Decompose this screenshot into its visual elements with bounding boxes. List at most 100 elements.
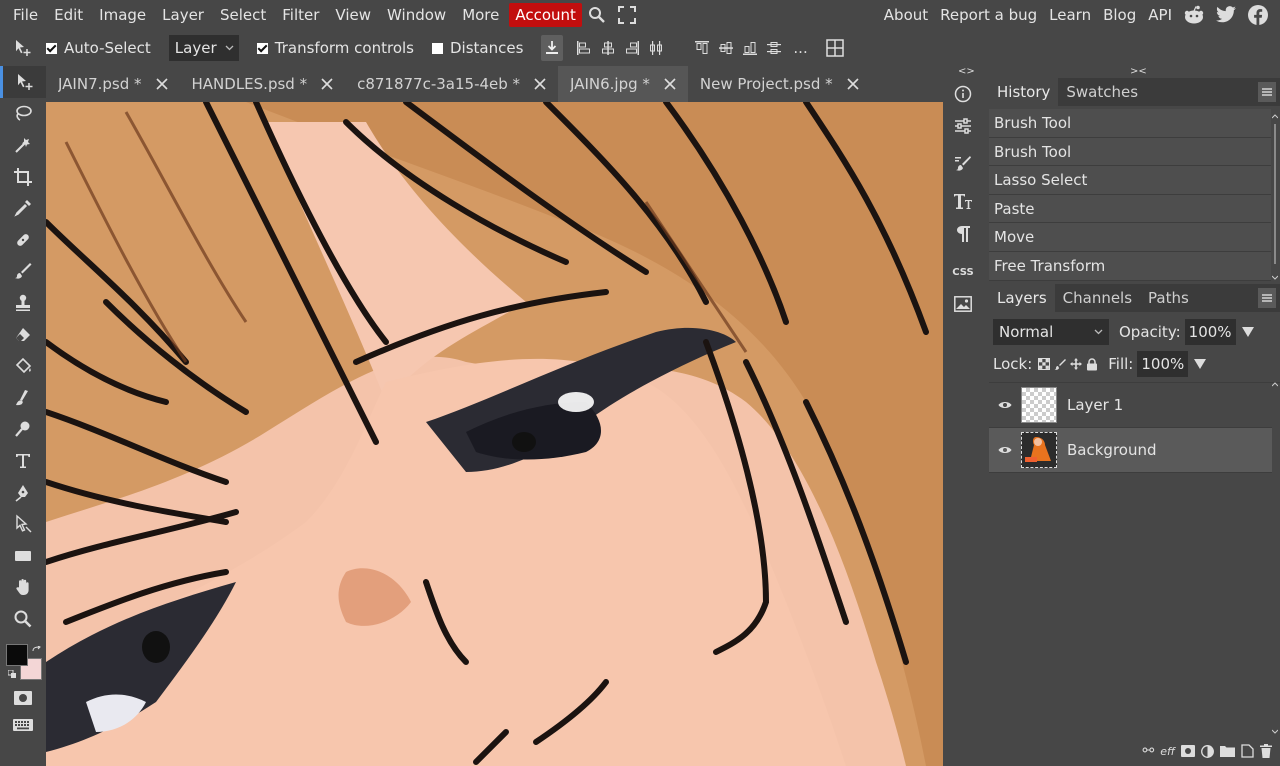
image-icon[interactable] (943, 288, 983, 320)
rectangle-tool-icon[interactable] (0, 540, 46, 572)
tab-channels[interactable]: Channels (1055, 284, 1140, 312)
paragraph-icon[interactable] (943, 218, 983, 250)
distribute-h-icon[interactable] (645, 35, 667, 61)
menu-report-bug[interactable]: Report a bug (934, 3, 1043, 27)
tab-new-project[interactable]: New Project.psd * (688, 66, 871, 102)
align-center-h-icon[interactable] (597, 35, 619, 61)
lasso-tool-icon[interactable] (0, 98, 46, 130)
menu-learn[interactable]: Learn (1043, 3, 1097, 27)
tab-layers[interactable]: Layers (989, 284, 1055, 312)
default-colors-icon[interactable] (8, 670, 17, 679)
zoom-tool-icon[interactable] (0, 603, 46, 635)
auto-select-checkbox[interactable]: Auto-Select (46, 39, 151, 57)
history-scrollbar[interactable] (1271, 114, 1279, 280)
menu-view[interactable]: View (327, 3, 379, 27)
distribute-v-icon[interactable] (763, 35, 785, 61)
panel-menu-icon[interactable] (1258, 82, 1276, 102)
healing-brush-tool-icon[interactable] (0, 224, 46, 256)
close-icon[interactable] (534, 78, 546, 90)
menu-about[interactable]: About (878, 3, 934, 27)
menu-file[interactable]: File (0, 3, 46, 27)
tab-jain7[interactable]: JAIN7.psd * (46, 66, 180, 102)
align-top-icon[interactable] (691, 35, 713, 61)
layer-row-layer-1[interactable]: Layer 1 (989, 383, 1272, 428)
adjustment-layer-icon[interactable] (1201, 744, 1214, 758)
account-button[interactable]: Account (509, 3, 582, 27)
collapse-right-toggle[interactable]: >< (1130, 66, 1147, 77)
history-item[interactable]: Lasso Select (989, 166, 1271, 195)
pen-tool-icon[interactable] (0, 477, 46, 509)
search-icon[interactable] (582, 3, 612, 27)
collapse-left-toggle[interactable]: <> (958, 66, 975, 77)
menu-edit[interactable]: Edit (46, 3, 91, 27)
move-tool-button[interactable] (0, 66, 46, 98)
fill-input[interactable]: 100% (1137, 351, 1189, 377)
add-mask-icon[interactable] (1181, 745, 1195, 757)
lock-all-icon[interactable] (1086, 357, 1098, 371)
panel-menu-icon[interactable] (1258, 288, 1276, 308)
quick-mask-icon[interactable] (0, 684, 46, 712)
fullscreen-icon[interactable] (612, 3, 642, 27)
distances-box[interactable] (432, 42, 443, 54)
brush-settings-icon[interactable] (943, 148, 983, 180)
tab-history[interactable]: History (989, 78, 1059, 106)
fill-dropdown-icon[interactable] (1194, 359, 1207, 369)
visibility-eye-icon[interactable] (989, 445, 1021, 455)
new-group-icon[interactable] (1220, 745, 1235, 757)
hand-tool-icon[interactable] (0, 572, 46, 604)
paint-bucket-tool-icon[interactable] (0, 350, 46, 382)
quick-select-tool-icon[interactable] (0, 129, 46, 161)
history-item[interactable]: Brush Tool (989, 109, 1271, 138)
foreground-color-swatch[interactable] (6, 644, 28, 666)
visibility-eye-icon[interactable] (989, 400, 1021, 410)
align-left-icon[interactable] (573, 35, 595, 61)
info-icon[interactable] (943, 78, 983, 110)
facebook-icon[interactable] (1242, 3, 1274, 27)
css-icon[interactable]: CSS (943, 256, 983, 288)
color-swatches[interactable] (6, 644, 46, 684)
close-icon[interactable] (155, 78, 168, 90)
history-item[interactable]: Move (989, 223, 1271, 252)
history-item[interactable]: Brush Tool (989, 137, 1271, 167)
close-icon[interactable] (321, 78, 333, 90)
blend-mode-dropdown[interactable]: Normal (993, 319, 1109, 345)
transform-controls-box[interactable] (256, 42, 268, 54)
layer-row-background[interactable]: Background (989, 428, 1272, 473)
menu-filter[interactable]: Filter (274, 3, 327, 27)
history-item[interactable]: Free Transform (989, 251, 1271, 281)
menu-window[interactable]: Window (379, 3, 454, 27)
path-select-tool-icon[interactable] (0, 508, 46, 540)
lock-pixels-icon[interactable] (1054, 358, 1067, 370)
reddit-icon[interactable] (1178, 3, 1210, 27)
grid-icon[interactable] (824, 35, 846, 61)
menu-select[interactable]: Select (212, 3, 274, 27)
menu-layer[interactable]: Layer (154, 3, 212, 27)
keyboard-icon[interactable] (0, 712, 46, 738)
download-icon[interactable] (541, 35, 564, 61)
twitter-icon[interactable] (1210, 3, 1242, 27)
eraser-tool-icon[interactable] (0, 319, 46, 351)
distances-checkbox[interactable]: Distances (432, 39, 523, 57)
dodge-tool-icon[interactable] (0, 414, 46, 446)
swap-colors-icon[interactable] (32, 646, 42, 656)
tab-jain6[interactable]: JAIN6.jpg * (558, 66, 688, 102)
canvas-area[interactable] (46, 102, 943, 766)
menu-blog[interactable]: Blog (1097, 3, 1142, 27)
close-icon[interactable] (847, 78, 859, 90)
lock-position-icon[interactable] (1070, 358, 1083, 370)
menu-more[interactable]: More (454, 3, 507, 27)
auto-select-box[interactable] (46, 42, 57, 54)
tab-paths[interactable]: Paths (1140, 284, 1197, 312)
tab-handles[interactable]: HANDLES.psd * (180, 66, 346, 102)
adjustments-icon[interactable] (943, 110, 983, 142)
smudge-tool-icon[interactable] (0, 382, 46, 414)
align-bottom-icon[interactable] (739, 35, 761, 61)
transform-controls-checkbox[interactable]: Transform controls (256, 39, 414, 57)
more-options-button[interactable]: ... (793, 39, 807, 57)
align-middle-v-icon[interactable] (715, 35, 737, 61)
tab-c871877c[interactable]: c871877c-3a15-4eb * (345, 66, 558, 102)
opacity-dropdown-icon[interactable] (1241, 327, 1254, 337)
delete-layer-icon[interactable] (1260, 744, 1272, 758)
clone-stamp-tool-icon[interactable] (0, 287, 46, 319)
history-item[interactable]: Paste (989, 194, 1271, 224)
